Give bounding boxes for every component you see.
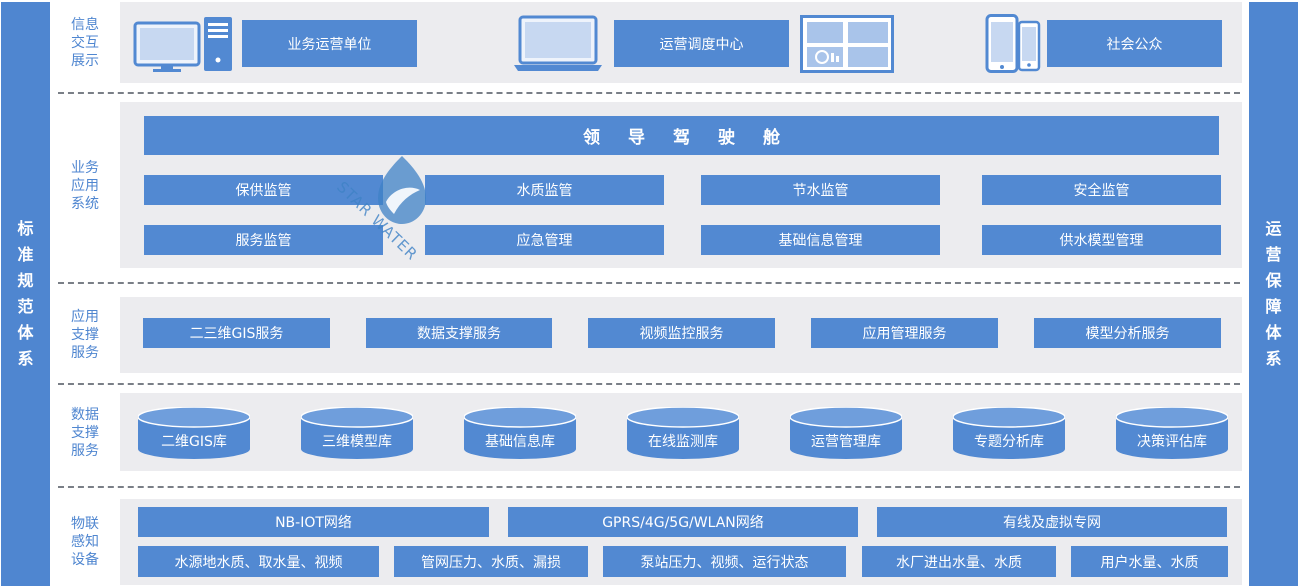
side-char: 体 — [17, 323, 34, 342]
water-quality-supervision-box: 水质监管 — [425, 175, 664, 205]
database-label: 基础信息库 — [485, 434, 555, 450]
layer-label-line: 感知 — [71, 534, 99, 550]
side-char: 系 — [17, 349, 34, 368]
layer-label-line: 系统 — [71, 196, 99, 212]
side-char: 标 — [17, 219, 34, 238]
public-box: 社会公众 — [1047, 20, 1222, 67]
database-label: 专题分析库 — [974, 434, 1044, 450]
layer-label-line: 数据 — [71, 407, 99, 423]
layer-divider — [58, 282, 1240, 284]
layer-label-business: 业务 应用 系统 — [50, 155, 120, 217]
side-char: 障 — [1265, 297, 1282, 316]
side-char: 运 — [1265, 219, 1282, 238]
basic-info-management-box: 基础信息管理 — [701, 225, 940, 255]
layer-label-line: 服务 — [71, 443, 99, 459]
side-char: 体 — [1265, 323, 1282, 342]
database-cylinder: 决策评估库 — [1116, 407, 1228, 459]
layer-label-line: 信息 — [71, 17, 99, 33]
database-cylinder: 在线监测库 — [627, 407, 739, 459]
layer-label-display: 信息 交互 展示 — [50, 12, 120, 74]
star-water-watermark-logo: STAR WATER — [333, 156, 426, 260]
layer-label-line: 物联 — [71, 516, 99, 532]
layer-label-iot: 物联 感知 设备 — [50, 511, 120, 573]
side-char: 系 — [1265, 349, 1282, 368]
side-char: 保 — [1265, 271, 1282, 290]
database-label: 在线监测库 — [648, 434, 718, 450]
dashboard-screen-icon — [800, 15, 894, 73]
cellular-wlan-network-box: GPRS/4G/5G/WLAN网络 — [508, 507, 858, 537]
business-operation-unit-box: 业务运营单位 — [242, 20, 417, 67]
data-support-service-box: 数据支撑服务 — [366, 318, 552, 348]
layer-label-line: 业务 — [71, 160, 99, 176]
standards-system-bar: 标 准 规 范 体 系 — [1, 2, 50, 586]
side-char: 准 — [17, 245, 34, 264]
database-label: 决策评估库 — [1137, 434, 1207, 450]
layer-divider — [58, 486, 1240, 488]
water-plant-device-box: 水厂进出水量、水质 — [862, 546, 1056, 577]
layer-label-app-support: 应用 支撑 服务 — [50, 304, 120, 366]
pump-station-device-box: 泵站压力、视频、运行状态 — [603, 546, 846, 577]
layer-label-line: 应用 — [71, 178, 99, 194]
layer-label-line: 交互 — [71, 35, 99, 51]
water-source-device-box: 水源地水质、取水量、视频 — [138, 546, 379, 577]
desktop-computer-icon — [133, 17, 232, 72]
layer-divider — [58, 383, 1240, 385]
app-management-service-box: 应用管理服务 — [811, 318, 998, 348]
side-char: 范 — [17, 297, 34, 316]
layer-label-line: 应用 — [71, 309, 99, 325]
leadership-cockpit-box: 领 导 驾 驶 舱 — [144, 116, 1219, 155]
layer-divider — [58, 92, 1240, 94]
layer-label-line: 设备 — [71, 552, 99, 568]
safety-supervision-box: 安全监管 — [982, 175, 1221, 205]
cockpit-char: 驾 — [673, 128, 690, 148]
dispatch-center-box: 运营调度中心 — [614, 20, 789, 67]
database-cylinder: 二维GIS库 — [138, 407, 250, 459]
database-cylinder: 运营管理库 — [790, 407, 902, 459]
model-analysis-service-box: 模型分析服务 — [1034, 318, 1221, 348]
operations-assurance-bar: 运 营 保 障 体 系 — [1249, 2, 1298, 586]
cockpit-char: 舱 — [763, 128, 780, 148]
layer-label-line: 服务 — [71, 345, 99, 361]
supply-model-management-box: 供水模型管理 — [982, 225, 1221, 255]
video-monitoring-service-box: 视频监控服务 — [588, 318, 775, 348]
cockpit-char: 领 — [583, 128, 600, 148]
gis-service-box: 二三维GIS服务 — [143, 318, 330, 348]
cockpit-char: 驶 — [718, 128, 735, 148]
layer-label-line: 支撑 — [71, 327, 99, 343]
user-meter-device-box: 用户水量、水质 — [1071, 546, 1228, 577]
nb-iot-network-box: NB-IOT网络 — [138, 507, 489, 537]
smartphone-icon — [985, 14, 1041, 73]
side-char: 规 — [17, 271, 34, 290]
layer-label-line: 支撑 — [71, 425, 99, 441]
database-label: 二维GIS库 — [161, 434, 227, 450]
laptop-icon — [514, 15, 602, 71]
layer-label-line: 展示 — [71, 53, 99, 69]
database-cylinder: 三维模型库 — [301, 407, 413, 459]
side-char: 营 — [1265, 245, 1282, 264]
database-cylinder: 专题分析库 — [953, 407, 1065, 459]
emergency-management-box: 应急管理 — [425, 225, 664, 255]
layer-label-data-support: 数据 支撑 服务 — [50, 402, 120, 464]
wired-private-network-box: 有线及虚拟专网 — [877, 507, 1227, 537]
water-saving-supervision-box: 节水监管 — [701, 175, 940, 205]
database-label: 运营管理库 — [811, 434, 881, 450]
pipe-network-device-box: 管网压力、水质、漏损 — [394, 546, 588, 577]
database-label: 三维模型库 — [322, 434, 392, 450]
cockpit-char: 导 — [628, 128, 645, 148]
database-cylinder: 基础信息库 — [464, 407, 576, 459]
